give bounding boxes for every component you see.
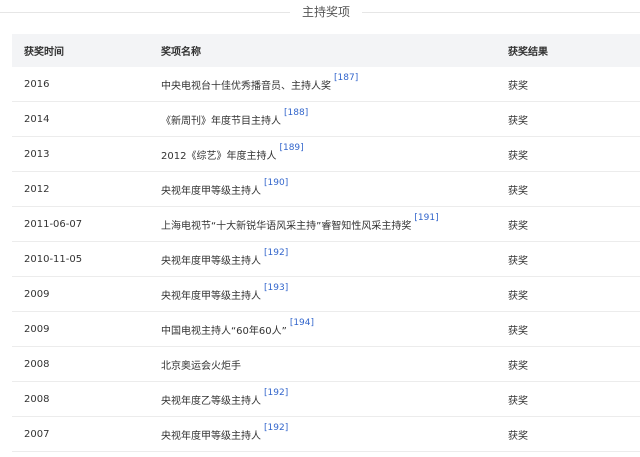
award-date: 2007 [12, 416, 149, 452]
awards-table: 获奖时间 奖项名称 获奖结果 2016 中央电视台十佳优秀播音员、主持人奖[18… [12, 34, 640, 452]
award-name-cell: 《新周刊》年度节目主持人[188] [149, 101, 496, 137]
award-result: 获奖 [496, 171, 640, 207]
citation-link[interactable]: [192] [264, 423, 288, 433]
award-date: 2011-06-07 [12, 206, 149, 242]
award-name: 央视年度甲等级主持人 [161, 290, 261, 302]
table-row: 2008 央视年度乙等级主持人[192] 获奖 [12, 381, 640, 417]
award-name: 央视年度甲等级主持人 [161, 430, 261, 442]
header-award-name: 奖项名称 [149, 34, 496, 67]
award-name: 2012《综艺》年度主持人 [161, 150, 277, 162]
award-date: 2016 [12, 67, 149, 102]
award-date: 2014 [12, 101, 149, 137]
award-name: 上海电视节“十大新锐华语风采主持”睿智知性风采主持奖 [161, 220, 412, 232]
table-row: 2008 北京奥运会火炬手 获奖 [12, 346, 640, 382]
award-name-cell: 央视年度甲等级主持人[190] [149, 171, 496, 207]
table-row: 2016 中央电视台十佳优秀播音员、主持人奖[187] 获奖 [12, 67, 640, 102]
award-result: 获奖 [496, 381, 640, 417]
table-row: 2010-11-05 央视年度甲等级主持人[192] 获奖 [12, 241, 640, 277]
table-row: 2007 央视年度甲等级主持人[192] 获奖 [12, 416, 640, 452]
header-award-result: 获奖结果 [496, 34, 640, 67]
award-result: 获奖 [496, 416, 640, 452]
citation-link[interactable]: [187] [334, 73, 358, 83]
table-row: 2011-06-07 上海电视节“十大新锐华语风采主持”睿智知性风采主持奖[19… [12, 206, 640, 242]
citation-link[interactable]: [191] [414, 213, 438, 223]
header-award-date: 获奖时间 [12, 34, 149, 67]
citation-link[interactable]: [192] [264, 388, 288, 398]
award-name-cell: 中国电视主持人“60年60人”[194] [149, 311, 496, 347]
award-result: 获奖 [496, 346, 640, 382]
award-name: 央视年度乙等级主持人 [161, 395, 261, 407]
citation-link[interactable]: [193] [264, 283, 288, 293]
table-row: 2012 央视年度甲等级主持人[190] 获奖 [12, 171, 640, 207]
award-name: 北京奥运会火炬手 [161, 360, 241, 372]
award-name: 中央电视台十佳优秀播音员、主持人奖 [161, 80, 331, 92]
award-name: 央视年度甲等级主持人 [161, 255, 261, 267]
table-row: 2009 央视年度甲等级主持人[193] 获奖 [12, 276, 640, 312]
award-date: 2012 [12, 171, 149, 207]
award-name-cell: 中央电视台十佳优秀播音员、主持人奖[187] [149, 67, 496, 102]
citation-link[interactable]: [189] [279, 143, 303, 153]
award-date: 2008 [12, 381, 149, 417]
award-result: 获奖 [496, 67, 640, 102]
award-result: 获奖 [496, 241, 640, 277]
award-date: 2010-11-05 [12, 241, 149, 277]
award-name-cell: 央视年度乙等级主持人[192] [149, 381, 496, 417]
award-result: 获奖 [496, 101, 640, 137]
award-result: 获奖 [496, 311, 640, 347]
table-row: 2014 《新周刊》年度节目主持人[188] 获奖 [12, 101, 640, 137]
section-divider-right [362, 12, 640, 13]
section-divider-left [0, 12, 290, 13]
citation-link[interactable]: [194] [290, 318, 314, 328]
award-date: 2009 [12, 276, 149, 312]
section-title: 主持奖项 [301, 5, 350, 19]
citation-link[interactable]: [188] [284, 108, 308, 118]
award-name: 中国电视主持人“60年60人” [161, 325, 287, 337]
table-header-row: 获奖时间 奖项名称 获奖结果 [12, 34, 640, 67]
table-row: 2013 2012《综艺》年度主持人[189] 获奖 [12, 136, 640, 172]
citation-link[interactable]: [190] [264, 178, 288, 188]
citation-link[interactable]: [192] [264, 248, 288, 258]
award-date: 2008 [12, 346, 149, 382]
award-name-cell: 2012《综艺》年度主持人[189] [149, 136, 496, 172]
award-name-cell: 北京奥运会火炬手 [149, 346, 496, 382]
award-name: 《新周刊》年度节目主持人 [161, 115, 281, 127]
award-result: 获奖 [496, 206, 640, 242]
award-name: 央视年度甲等级主持人 [161, 185, 261, 197]
table-row: 2009 中国电视主持人“60年60人”[194] 获奖 [12, 311, 640, 347]
award-name-cell: 上海电视节“十大新锐华语风采主持”睿智知性风采主持奖[191] [149, 206, 496, 242]
award-result: 获奖 [496, 276, 640, 312]
award-name-cell: 央视年度甲等级主持人[193] [149, 276, 496, 312]
award-name-cell: 央视年度甲等级主持人[192] [149, 416, 496, 452]
section-header: 主持奖项 [0, 0, 640, 24]
award-result: 获奖 [496, 136, 640, 172]
award-date: 2009 [12, 311, 149, 347]
award-name-cell: 央视年度甲等级主持人[192] [149, 241, 496, 277]
award-date: 2013 [12, 136, 149, 172]
